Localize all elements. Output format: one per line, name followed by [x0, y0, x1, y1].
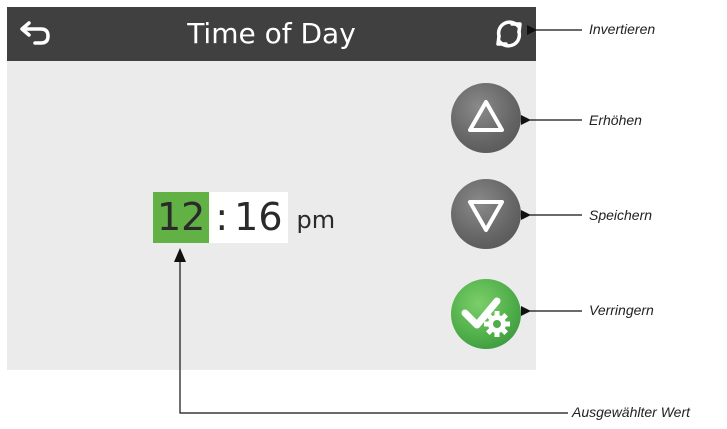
callout-line-selected — [179, 250, 568, 414]
callout-invert: Invertieren — [589, 21, 656, 37]
callout-increase: Erhöhen — [589, 112, 642, 128]
callout-decrease: Verringern — [589, 302, 654, 318]
callout-selected-value: Ausgewählter Wert — [572, 404, 691, 420]
callout-save: Speichern — [589, 207, 653, 223]
